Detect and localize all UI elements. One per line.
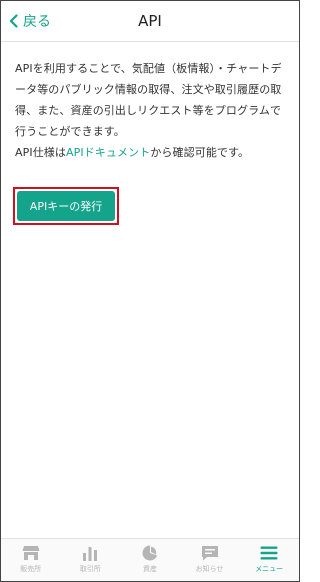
issue-api-key-button[interactable]: APIキーの発行 — [17, 191, 115, 221]
api-spec-note: API仕様はAPIドキュメントから確認可能です。 — [15, 142, 286, 163]
message-icon — [201, 545, 219, 564]
app-frame: 戻る API APIを利用することで、気配値（板情報）・チャートデータ等のパブリ… — [0, 0, 300, 582]
spec-suffix: から確認可能です。 — [150, 146, 250, 159]
back-label: 戻る — [23, 14, 51, 30]
tab-menu[interactable]: メニュー — [239, 539, 299, 581]
tab-store[interactable]: 販売所 — [1, 539, 61, 581]
api-content: APIを利用することで、気配値（板情報）・チャートデータ等のパブリック情報の取得… — [1, 42, 299, 163]
issue-button-highlight: APIキーの発行 — [13, 187, 119, 225]
menu-icon — [260, 545, 278, 564]
tab-label: 資産 — [142, 565, 157, 573]
api-description: APIを利用することで、気配値（板情報）・チャートデータ等のパブリック情報の取得… — [15, 62, 282, 138]
tab-notices[interactable]: お知らせ — [180, 539, 240, 581]
tab-label: 取引所 — [79, 565, 101, 573]
tab-label: 販売所 — [20, 565, 42, 573]
bar-chart-icon — [81, 545, 99, 564]
api-docs-link[interactable]: APIドキュメント — [66, 146, 150, 159]
header-bar: 戻る API — [1, 1, 299, 42]
tab-label: メニュー — [255, 565, 284, 573]
tab-assets[interactable]: 資産 — [120, 539, 180, 581]
chevron-left-icon — [9, 14, 18, 28]
tab-exchange[interactable]: 取引所 — [61, 539, 121, 581]
spec-prefix: API仕様は — [15, 146, 67, 159]
bottom-tab-bar: 販売所 取引所 資産 お知らせ メニュー — [1, 538, 299, 581]
pie-chart-icon — [141, 545, 159, 564]
tab-label: お知らせ — [195, 565, 224, 573]
back-button[interactable]: 戻る — [9, 1, 51, 41]
store-icon — [22, 545, 40, 564]
